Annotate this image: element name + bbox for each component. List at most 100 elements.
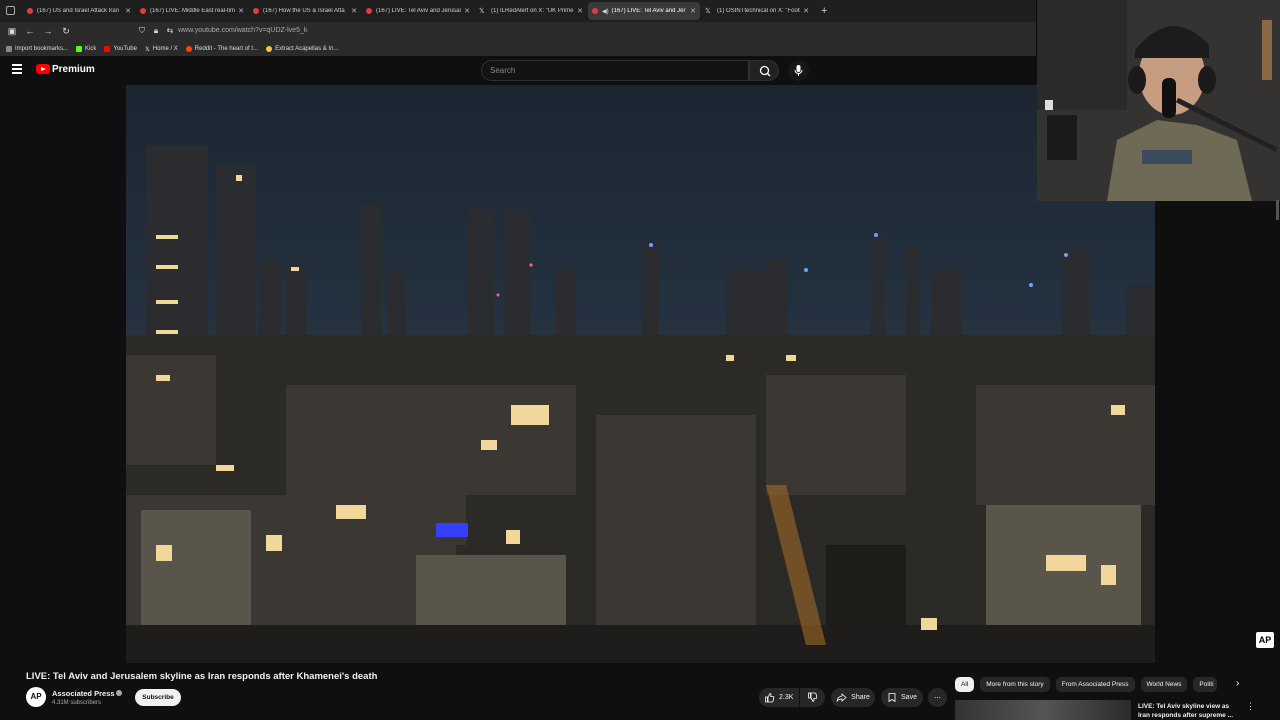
tab-label: (167) LIVE: Middle East real-tim [150,8,236,14]
recommended-video-thumbnail[interactable] [955,700,1131,720]
browser-tab-active[interactable]: ◀) (167) LIVE: Tel Aviv and Jer ✕ [588,2,700,20]
tab-label: (167) LIVE: Tel Aviv and Jer [611,8,686,14]
close-tab-icon[interactable]: ✕ [577,7,583,15]
share-label: Share [851,694,870,701]
tab-label: (167) LIVE: Tel Aviv and Jerusale [376,8,462,14]
night-skyline-video-frame [126,85,1155,663]
import-icon [6,46,12,52]
close-tab-icon[interactable]: ✕ [125,7,131,15]
video-title: LIVE: Tel Aviv and Jerusalem skyline as … [26,671,378,682]
save-button[interactable]: Save [881,688,923,707]
close-tab-icon[interactable]: ✕ [238,7,244,15]
chip-from-associated-press[interactable]: From Associated Press [1055,676,1135,692]
chevron-right-icon[interactable]: › [1236,678,1239,689]
reload-icon[interactable]: ↻ [60,25,72,37]
acapella-icon [266,46,273,52]
subscriber-count: 4.31M subscribers [52,700,102,706]
streamer-webcam-overlay [1037,0,1280,201]
reddit-icon [185,46,192,52]
url-field[interactable]: www.youtube.com/watch?v=qUDZ-lve5_k [178,27,307,34]
search-button[interactable] [749,60,779,81]
video-player[interactable] [126,85,1155,663]
browser-tab-bar: (167) US and Israel Attack Iran ✕ (167) L… [0,0,1036,22]
like-button[interactable]: 2.3K [759,688,799,707]
forward-arrow-icon[interactable]: → [42,25,54,37]
scrollbar-thumb[interactable] [1276,200,1279,220]
channel-name[interactable]: Associated Press [52,689,115,698]
bookmark-item[interactable]: Reddit - The heart of t... [185,46,259,52]
x-favicon-icon: 𝕏 [705,8,711,15]
bookmark-label: Reddit - The heart of t... [194,46,259,52]
tab-label: (1) OSINTtechnical on X: "Footi [717,8,801,14]
recommendation-filter-chips: All More from this story From Associated… [955,676,1223,692]
close-tab-icon[interactable]: ✕ [464,7,470,15]
x-icon: 𝕏 [144,47,150,53]
share-button[interactable]: Share [831,688,875,707]
speaker-icon[interactable]: ◀) [602,8,609,15]
hamburger-menu-icon[interactable] [12,64,22,74]
chip-all[interactable]: All [955,676,975,692]
tab-label: (1) ILRedAlert on X: "UK Prime [491,8,574,14]
microphone-icon [794,65,803,76]
browser-tab[interactable]: (167) LIVE: Tel Aviv and Jerusale ✕ [362,2,474,20]
browser-tab[interactable]: 𝕏 (1) OSINTtechnical on X: "Footi ✕ [701,2,813,20]
youtube-premium-logo[interactable]: Premium [52,64,95,75]
sidebar-toggle-icon[interactable]: ▣ [6,25,18,37]
bookmark-item[interactable]: Kick [76,46,96,52]
tab-label: (167) How the US & Israel Atta [263,8,345,14]
new-tab-button[interactable]: + [821,5,827,17]
verified-badge-icon [116,690,122,696]
browser-tab[interactable]: 𝕏 (1) ILRedAlert on X: "UK Prime ✕ [475,2,587,20]
browser-tab[interactable]: (167) LIVE: Middle East real-tim ✕ [136,2,248,20]
youtube-favicon-icon [27,8,33,14]
save-label: Save [901,694,917,701]
youtube-favicon-icon [366,8,372,14]
thumbs-up-icon [765,693,775,703]
bookmark-item[interactable]: Import bookmarks... [6,46,68,52]
bookmark-label: Home / X [152,46,178,52]
youtube-favicon-icon [140,8,146,14]
bookmark-item[interactable]: 𝕏 Home / X [144,46,178,53]
bookmark-label: Import bookmarks... [15,46,69,52]
bookmark-label: Extract Acapellas & In... [275,46,339,52]
tab-overview-icon[interactable] [6,6,15,15]
browser-tab[interactable]: (167) US and Israel Attack Iran ✕ [23,2,135,20]
youtube-favicon-icon [592,8,598,14]
chip-more-from-story[interactable]: More from this story [980,676,1050,692]
bookmark-label: YouTube [113,46,137,52]
bookmark-icon [888,693,896,703]
close-tab-icon[interactable]: ✕ [690,7,696,15]
back-arrow-icon[interactable]: ← [24,25,36,37]
chip-world-news[interactable]: World News [1140,676,1188,692]
thumbs-down-icon [808,692,818,702]
youtube-favicon-icon [253,8,259,14]
close-tab-icon[interactable]: ✕ [803,7,809,15]
tab-label: (167) US and Israel Attack Iran [37,8,120,14]
channel-avatar[interactable]: AP [26,687,46,707]
streamer-camera-image [1037,0,1280,201]
page-info-icon[interactable]: ⇆ [164,25,176,37]
shield-icon[interactable]: ⛉ [136,25,148,37]
like-count: 2.3K [779,694,794,701]
more-actions-button[interactable]: ⋯ [928,688,947,707]
close-tab-icon[interactable]: ✕ [351,7,357,15]
recommended-video-title[interactable]: LIVE: Tel Aviv skyline view as Iran resp… [1138,702,1238,720]
kick-icon [76,46,83,52]
subscribe-button[interactable]: Subscribe [135,689,181,706]
youtube-icon [104,46,111,52]
browser-tab[interactable]: (167) How the US & Israel Atta ✕ [249,2,361,20]
x-favicon-icon: 𝕏 [479,8,485,15]
search-input[interactable]: Search [481,60,749,81]
bookmark-item[interactable]: YouTube [104,46,137,52]
ap-watermark-logo: AP [1256,632,1274,648]
bookmark-item[interactable]: Extract Acapellas & In... [266,46,338,52]
search-icon [759,65,771,77]
share-arrow-icon [836,693,847,702]
dislike-button[interactable] [800,688,825,707]
youtube-logo-icon[interactable] [36,64,50,74]
lock-icon[interactable]: 🔒︎ [150,25,162,37]
bookmarks-bar: Import bookmarks... Kick YouTube 𝕏 Home /… [0,42,1036,56]
voice-search-button[interactable] [788,60,809,81]
kebab-menu-icon[interactable]: ⋮ [1246,701,1255,712]
chip-politics[interactable]: Politi [1193,676,1218,692]
